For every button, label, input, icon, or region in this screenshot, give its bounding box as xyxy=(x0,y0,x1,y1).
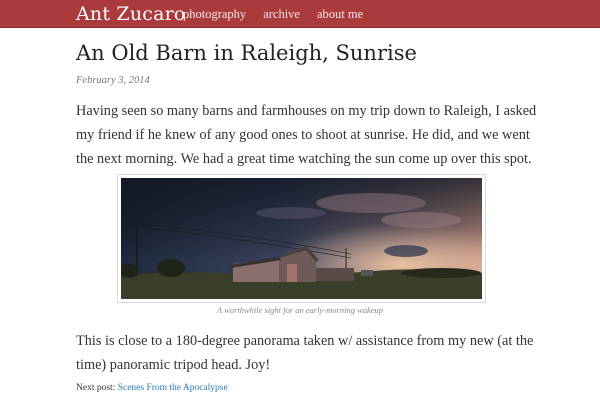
post-paragraph-panorama: This is close to a 180-degree panorama t… xyxy=(76,333,534,373)
barn-panorama-image xyxy=(121,178,482,299)
figure-caption: A worthwhile sight for an early-morning … xyxy=(216,305,384,315)
post-title: An Old Barn in Raleigh, Sunrise xyxy=(76,41,417,65)
post-paragraph-intro: Having seen so many barns and farmhouses… xyxy=(76,103,537,167)
site-title-link[interactable]: Ant Zucaro xyxy=(76,2,186,26)
next-post-label: Next post: xyxy=(76,383,116,393)
post-figure xyxy=(117,174,486,303)
nav-link-photography[interactable]: photography xyxy=(183,7,246,22)
nav-link-archive[interactable]: archive xyxy=(263,7,300,22)
next-post-nav: Next post: Scenes From the Apocalypse xyxy=(76,383,228,393)
next-post-link[interactable]: Scenes From the Apocalypse xyxy=(118,383,228,393)
main-nav: photography archive about me xyxy=(183,7,380,22)
nav-link-about-me[interactable]: about me xyxy=(317,7,363,22)
post-date: February 3, 2014 xyxy=(76,75,150,86)
site-header: Ant Zucaro photography archive about me xyxy=(0,0,600,28)
